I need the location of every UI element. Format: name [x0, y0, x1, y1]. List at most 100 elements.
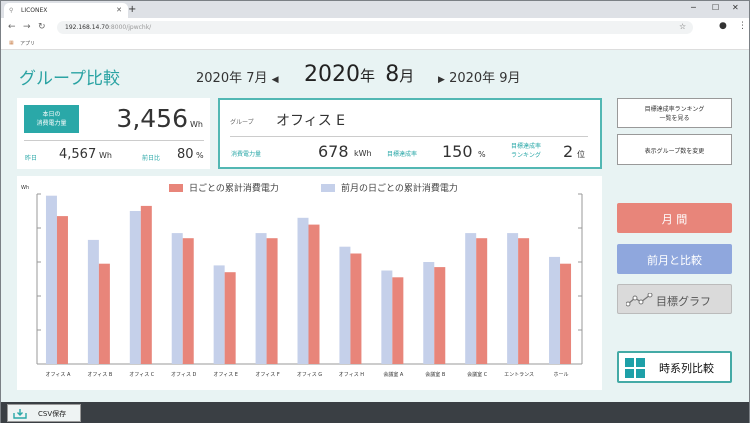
footer-bar: CSV保存 — [1, 402, 749, 423]
x-tick-label: オフィス A — [45, 372, 71, 378]
x-tick-label: 会議室 B — [425, 372, 446, 378]
x-tick-label: オフィス B — [87, 372, 113, 378]
bar-current-month — [476, 238, 488, 364]
profile-icon[interactable]: ● — [719, 21, 727, 31]
rank-unit: 位 — [577, 150, 585, 159]
divider — [230, 136, 588, 137]
consumption-label: 消費電力量 — [231, 151, 262, 158]
bar-previous-month — [465, 233, 477, 364]
bar-previous-month — [171, 233, 183, 364]
url-field[interactable]: 192.168.14.70:8000/jpwchk/ — [57, 21, 693, 34]
yesterday-label: 昨日 — [25, 155, 38, 162]
ratio-value: 80 — [177, 147, 194, 162]
current-year: 2020 — [304, 62, 360, 87]
back-icon[interactable]: ← — [8, 22, 16, 32]
year-suffix: 年 — [360, 67, 376, 85]
target-graph-button[interactable]: 目標グラフ — [617, 284, 732, 314]
consumption-unit: kWh — [354, 149, 372, 158]
x-tick-label: オフィス F — [255, 372, 280, 378]
tab-bar: ⚲ LICONEX ✕ + ─ ☐ ✕ — [1, 1, 749, 18]
bar-chart: 日ごとの累計消費電力 前月の日ごとの累計消費電力 Wh オフィス A オフィス B… — [17, 176, 602, 390]
ratio-unit: % — [196, 151, 204, 160]
page-title: グループ比較 — [19, 69, 120, 89]
maximize-icon[interactable]: ☐ — [712, 3, 719, 12]
x-tick-label: オフィス C — [129, 372, 155, 378]
rank-label-1: 目標達成率 — [511, 143, 542, 150]
minimize-icon[interactable]: ─ — [691, 3, 696, 12]
ranking-line-1: 目標達成率ランキング — [644, 106, 705, 113]
browser-tab[interactable]: ⚲ LICONEX ✕ — [4, 3, 128, 18]
rank-value: 2 — [563, 142, 574, 161]
bar-current-month — [308, 224, 320, 364]
x-tick-label: オフィス D — [171, 372, 197, 378]
tab-title: LICONEX — [21, 7, 48, 14]
target-value: 150 — [442, 142, 473, 161]
target-graph-label: 目標グラフ — [656, 295, 711, 308]
change-groups-button[interactable]: 表示グループ数を変更 — [617, 134, 732, 165]
ratio-label: 前日比 — [142, 155, 161, 162]
bookmark-bar: ▦ アプリ — [1, 37, 749, 50]
csv-save-label: CSV保存 — [38, 410, 67, 418]
bar-previous-month — [213, 265, 225, 364]
ranking-list-button[interactable]: 目標達成率ランキング 一覧を見る — [617, 98, 732, 128]
today-consumption-card: 本日の 消費電力量 3,456 Wh 昨日 4,567 Wh 前日比 80 % — [17, 98, 210, 169]
group-label: グループ — [230, 119, 254, 126]
new-tab-button[interactable]: + — [128, 4, 136, 15]
x-tick-label: ホール — [553, 372, 569, 378]
bar-current-month — [98, 263, 110, 364]
bar-current-month — [56, 216, 68, 364]
today-label-2: 消費電力量 — [36, 120, 67, 127]
divider — [24, 140, 204, 141]
bar-current-month — [434, 267, 446, 364]
menu-icon[interactable]: ⋮ — [738, 21, 747, 31]
app-page: グループ比較 2020年 7月 ◀ 2020年 8月 ▶ 2020年 9月 本日… — [1, 50, 749, 402]
bar-previous-month — [549, 256, 561, 364]
current-month: 2020年 8月 — [304, 62, 414, 87]
browser-window: ⚲ LICONEX ✕ + ─ ☐ ✕ ← → ↻ 192.168.14.70:… — [0, 0, 750, 423]
download-icon — [13, 409, 27, 419]
x-tick-label: オフィス G — [296, 372, 323, 378]
bookmark-apps[interactable]: アプリ — [20, 40, 35, 47]
csv-save-button[interactable]: CSV保存 — [7, 404, 81, 422]
close-window-icon[interactable]: ✕ — [732, 3, 739, 12]
apps-icon[interactable]: ▦ — [9, 40, 14, 46]
consumption-value: 678 — [318, 142, 349, 161]
bar-previous-month — [87, 239, 99, 364]
next-month-label: 2020年 9月 — [449, 71, 521, 86]
url-path: :8000/jpwchk/ — [108, 24, 152, 31]
next-month-link[interactable]: ▶ 2020年 9月 — [438, 67, 521, 86]
bar-current-month — [392, 277, 404, 364]
x-tick-label: エントランス — [504, 372, 535, 378]
x-tick-label: 会議室 A — [383, 372, 404, 378]
group-summary-card: グループ オフィス E 消費電力量 678 kWh 目標達成率 150 % 目標… — [218, 98, 602, 169]
compare-prev-button[interactable]: 前月と比較 — [617, 244, 732, 274]
bar-previous-month — [423, 262, 435, 364]
line-graph-icon — [626, 293, 653, 307]
bar-previous-month — [45, 195, 57, 364]
forward-icon[interactable]: → — [23, 22, 31, 32]
bar-previous-month — [297, 217, 309, 364]
today-unit: Wh — [190, 120, 203, 129]
close-tab-icon[interactable]: ✕ — [116, 6, 122, 14]
bar-previous-month — [255, 233, 267, 364]
group-name: オフィス E — [276, 113, 346, 129]
yesterday-unit: Wh — [99, 151, 112, 160]
bar-current-month — [224, 272, 236, 364]
monthly-button[interactable]: 月 間 — [617, 203, 732, 233]
bar-current-month — [350, 253, 362, 364]
rank-label-2: ランキング — [511, 152, 541, 159]
reload-icon[interactable]: ↻ — [38, 22, 46, 32]
bookmark-star-icon[interactable]: ☆ — [679, 22, 686, 31]
yesterday-value: 4,567 — [59, 147, 97, 162]
bar-current-month — [518, 238, 530, 364]
target-label: 目標達成率 — [387, 151, 418, 158]
calendar-grid-icon — [625, 358, 647, 380]
bar-previous-month — [129, 211, 141, 364]
bar-previous-month — [507, 233, 519, 364]
bar-current-month — [182, 238, 194, 364]
x-tick-label: オフィス E — [213, 372, 238, 378]
prev-month-label: 2020年 7月 — [196, 71, 268, 86]
url-host: 192.168.14.70 — [65, 24, 109, 31]
prev-month-link[interactable]: 2020年 7月 ◀ — [196, 67, 279, 86]
timeseries-button[interactable]: 時系列比較 — [617, 351, 732, 383]
